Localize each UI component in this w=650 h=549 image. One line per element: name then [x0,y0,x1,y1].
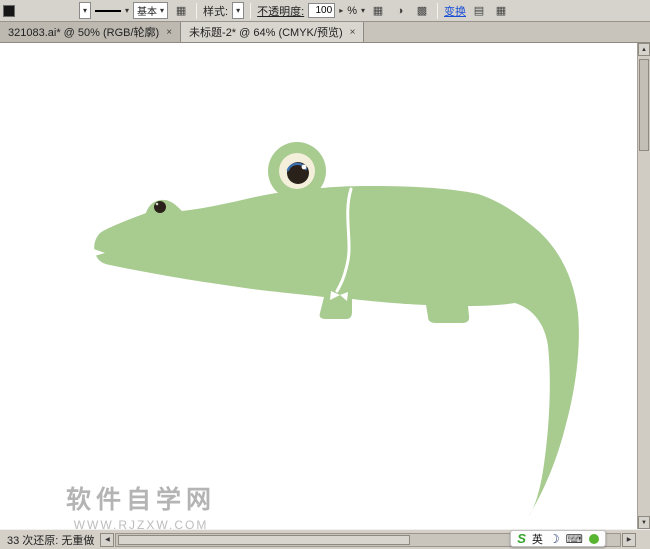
close-icon[interactable]: × [350,27,356,38]
brush-definition-value: 基本 [137,3,157,18]
grid-icon[interactable]: ▦ [172,2,190,19]
spinner-icon[interactable]: ▸ [339,7,343,15]
horizontal-scroll-thumb[interactable] [118,535,410,545]
crocodile-illustration[interactable] [0,43,637,529]
recolor-artwork-icon[interactable]: ▩ [413,2,431,19]
opacity-label[interactable]: 不透明度: [257,3,304,19]
sogou-logo-icon[interactable]: S [517,531,526,546]
control-bar: ▾ ▾ 基本 ▾ ▦ 样式: ▾ 不透明度: ▸ % ▾ ▦ ◑ ▩ 变换 ▤ … [0,0,650,22]
opacity-grid-icon[interactable]: ▦ [369,2,387,19]
style-dropdown[interactable]: ▾ [232,2,244,19]
opacity-input[interactable] [308,3,335,18]
stroke-color-dropdown[interactable]: ▾ [79,2,91,19]
nostril[interactable] [154,201,166,213]
transform-link[interactable]: 变换 [444,3,466,19]
preferences-grid-icon[interactable]: ▦ [492,2,510,19]
opacity-unit: % [347,5,357,17]
brush-definition-dropdown[interactable]: 基本 ▾ [133,2,168,19]
chevron-down-icon: ▾ [236,7,240,15]
tab-label: 321083.ai* @ 50% (RGB/轮廓) [8,24,159,40]
toolbar-divider [196,3,197,19]
scroll-left-button[interactable]: ◀ [100,533,114,547]
chevron-down-icon: ▾ [160,7,164,15]
eye-highlight [302,165,307,170]
scroll-up-icon: ▲ [641,47,647,53]
artboard-canvas[interactable]: 软件自学网 WWW.RJZXW.COM [0,43,637,529]
scroll-down-icon: ▼ [641,520,647,526]
keyboard-icon[interactable]: ⌨ [566,532,583,546]
undo-status: 33 次还原: 无重做 [1,532,100,548]
scroll-right-icon: ▶ [627,536,632,543]
language-mode-badge[interactable]: 英 [532,531,543,547]
close-icon[interactable]: × [166,27,172,38]
vertical-scrollbar[interactable]: ▲ ▼ [637,43,650,529]
vertical-scroll-thumb[interactable] [639,59,649,151]
blend-mode-icon[interactable]: ◑ [391,2,409,19]
ime-toolbar[interactable]: S 英 ☽ ⌨ [510,530,606,547]
crocodile-body[interactable] [94,186,579,517]
scroll-right-button[interactable]: ▶ [622,533,636,547]
tab-document-1[interactable]: 321083.ai* @ 50% (RGB/轮廓) × [0,22,181,42]
scroll-down-button[interactable]: ▼ [638,516,650,529]
resize-corner [636,531,649,549]
moon-icon[interactable]: ☽ [549,532,560,546]
style-label: 样式: [203,3,228,19]
skin-icon[interactable] [589,534,599,544]
toolbar-divider [250,3,251,19]
fill-color-swatch[interactable] [3,5,15,17]
stroke-weight-preview [95,10,121,12]
nostril-highlight [156,203,159,206]
scroll-left-icon: ◀ [105,536,110,543]
document-setup-icon[interactable]: ▤ [470,2,488,19]
document-tab-bar: 321083.ai* @ 50% (RGB/轮廓) × 未标题-2* @ 64%… [0,22,650,43]
tab-document-2[interactable]: 未标题-2* @ 64% (CMYK/预览) × [181,22,364,42]
toolbar-divider [437,3,438,19]
chevron-down-icon[interactable]: ▾ [361,7,365,15]
tab-label: 未标题-2* @ 64% (CMYK/预览) [189,24,343,40]
scroll-up-button[interactable]: ▲ [638,43,650,56]
chevron-down-icon[interactable]: ▾ [125,7,129,15]
chevron-down-icon: ▾ [83,7,87,15]
